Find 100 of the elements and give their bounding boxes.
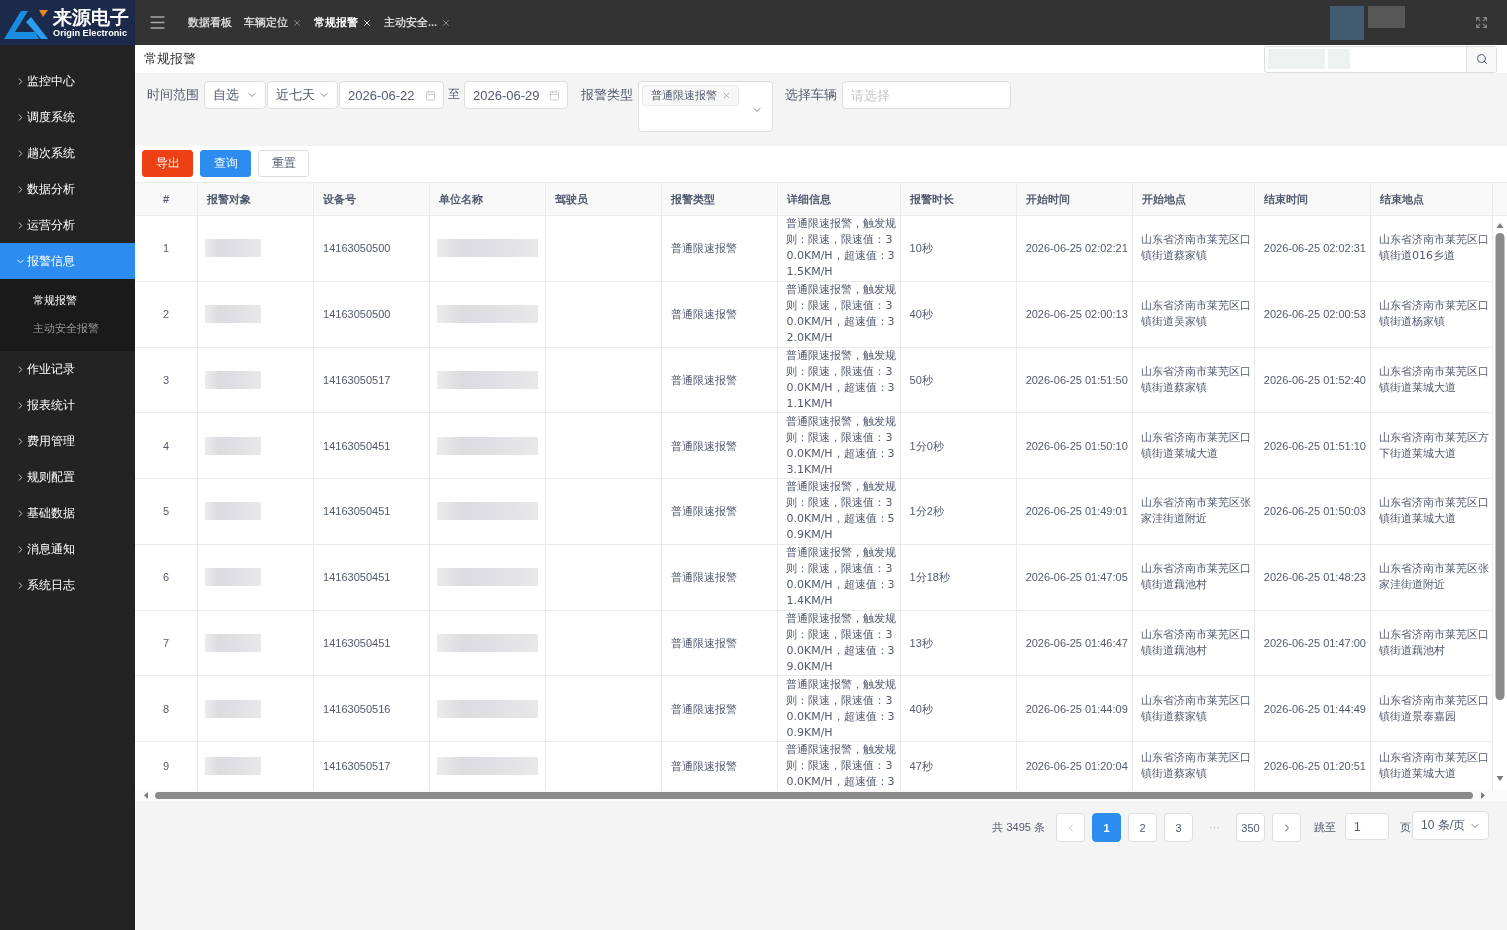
table-cell: 普通限速报警	[662, 413, 779, 478]
table-cell: 普通限速报警	[662, 216, 779, 281]
table-cell: 普通限速报警	[662, 544, 779, 610]
nav-tab[interactable]: 数据看板	[188, 15, 232, 30]
table-cell: 2	[135, 281, 198, 347]
column-header: 单位名称	[430, 183, 547, 215]
table-cell: 普通限速报警，触发规则：限速，限速值：30.0KM/H，超速值：31.4KM/H	[778, 544, 901, 610]
sidebar-item[interactable]: 趟次系统	[0, 135, 135, 171]
sidebar-item[interactable]: 作业记录	[0, 351, 135, 387]
table-cell: 5	[135, 479, 198, 544]
table-cell: 普通限速报警	[662, 281, 779, 347]
table-cell: 8	[135, 676, 198, 741]
redacted-block	[1368, 5, 1405, 28]
sidebar-item[interactable]: 运营分析	[0, 207, 135, 243]
redacted-block	[205, 568, 261, 587]
table-cell: 14163050451	[314, 544, 431, 610]
multi-select[interactable]: 普通限速报警	[638, 81, 773, 132]
sidebar-subitem[interactable]: 主动安全报警	[0, 314, 135, 342]
sidebar-subitem[interactable]: 常规报警	[0, 286, 135, 314]
range-separator: 至	[448, 86, 460, 103]
table-cell: 2026-06-25 01:52:40	[1254, 347, 1371, 413]
table-cell: 普通限速报警，触发规则：限速，限速值：30.0KM/H，超速值：31.1KM/H	[778, 347, 901, 413]
column-header: 开始地点	[1132, 183, 1255, 215]
table-cell: 山东省济南市莱芜区口镇街道吴家镇	[1132, 281, 1255, 347]
column-header: 结束地点	[1370, 183, 1493, 215]
sidebar-item[interactable]: 费用管理	[0, 423, 135, 459]
sidebar-item[interactable]: 报表统计	[0, 387, 135, 423]
table-cell: 6	[135, 544, 198, 610]
table-cell: 2026-06-25 01:50:10	[1016, 413, 1133, 478]
table-cell: 50秒	[900, 347, 1017, 413]
page-title: 常规报警	[144, 50, 196, 68]
menu-icon[interactable]	[148, 13, 167, 32]
redacted-block	[205, 633, 261, 652]
dropdown-select[interactable]: 近七天	[267, 81, 338, 109]
table-cell: 山东省济南市莱芜区张家洼街道附近	[1132, 479, 1255, 544]
table-cell: 1分18秒	[900, 544, 1017, 610]
table-cell: 山东省济南市莱芜区口镇街道莱城大道	[1132, 413, 1255, 478]
redacted-block	[205, 502, 261, 521]
nav-tab[interactable]: 车辆定位	[244, 15, 302, 30]
table-cell: 14163050516	[314, 676, 431, 741]
redacted-block	[205, 305, 261, 324]
column-header: #	[135, 183, 198, 215]
table-cell: 2026-06-25 01:48:23	[1254, 544, 1371, 610]
action-button[interactable]: 重置	[258, 150, 309, 177]
table-cell: 14163050451	[314, 413, 431, 478]
column-header: 结束时间	[1254, 183, 1371, 215]
sidebar-item[interactable]: 基础数据	[0, 495, 135, 531]
table-cell: 2026-06-25 01:44:09	[1016, 676, 1133, 741]
search-button[interactable]	[1466, 46, 1496, 72]
table-cell: 2026-06-25 02:00:53	[1254, 281, 1371, 347]
filter-label: 报警类型	[581, 86, 633, 104]
redacted-block	[205, 436, 261, 455]
column-header: 报警类型	[662, 183, 779, 215]
page-button[interactable]: 350	[1236, 813, 1265, 842]
table-cell: 2026-06-25 01:47:05	[1016, 544, 1133, 610]
table-cell: 山东省济南市莱芜区口镇街道藕池村	[1132, 544, 1255, 610]
horizontal-scrollbar[interactable]	[135, 790, 1507, 801]
action-button[interactable]: 导出	[142, 150, 193, 177]
page-ellipsis: ···	[1208, 820, 1221, 835]
table-cell: 2026-06-25 01:47:00	[1254, 610, 1371, 676]
page-button[interactable]: 3	[1164, 813, 1193, 842]
filter-label: 时间范围	[147, 86, 199, 104]
sidebar-item[interactable]: 系统日志	[0, 567, 135, 603]
nav-tab[interactable]: 常规报警	[314, 15, 372, 30]
table-cell: 1	[135, 216, 198, 281]
table-cell: 普通限速报警，触发规则：限速，限速值：30.0KM/H，超速值：39.0KM/H	[778, 610, 901, 676]
table-cell: 2026-06-25 01:51:10	[1254, 413, 1371, 478]
sidebar-item[interactable]: 消息通知	[0, 531, 135, 567]
sidebar-item[interactable]: 规则配置	[0, 459, 135, 495]
table-cell: 普通限速报警	[662, 479, 779, 544]
date-field[interactable]: 2026-06-22	[339, 81, 444, 109]
redacted-block	[205, 757, 261, 775]
search-field[interactable]	[1264, 45, 1497, 73]
dropdown-select[interactable]: 自选	[204, 81, 266, 109]
table-cell: 14163050451	[314, 479, 431, 544]
date-field[interactable]: 2026-06-29	[464, 81, 568, 109]
sidebar-item[interactable]: 监控中心	[0, 63, 135, 99]
column-header: 报警对象	[198, 183, 315, 215]
table-cell: 普通限速报警，触发规则：限速，限速值：30.0KM/H，超速值：31.5KM/H	[778, 216, 901, 281]
filter-tag[interactable]: 普通限速报警	[642, 85, 739, 106]
nav-tab[interactable]: 主动安全...	[384, 15, 452, 30]
table-cell: 普通限速报警	[662, 676, 779, 741]
fullscreen-icon[interactable]	[1475, 16, 1488, 29]
sidebar-item[interactable]: 调度系统	[0, 99, 135, 135]
page-button[interactable]: 2	[1128, 813, 1157, 842]
calendar-icon	[425, 89, 436, 101]
table-cell: 7	[135, 610, 198, 676]
column-header: 设备号	[314, 183, 431, 215]
column-header: 开始时间	[1016, 183, 1133, 215]
table-cell: 14163050451	[314, 610, 431, 676]
page-input[interactable]: 1	[1345, 813, 1389, 840]
table-cell: 40秒	[900, 676, 1017, 741]
table-cell: 山东省济南市莱芜区口镇街道蔡家镇	[1132, 347, 1255, 413]
table-cell: 普通限速报警，触发规则：限速，限速值：30.0KM/H，超速值：50.9KM/H	[778, 479, 901, 544]
sidebar-item[interactable]: 数据分析	[0, 171, 135, 207]
redacted-block	[205, 699, 261, 718]
table-cell: 2026-06-25 02:02:21	[1016, 216, 1133, 281]
table-cell: 2026-06-25 01:51:50	[1016, 347, 1133, 413]
close-icon[interactable]	[362, 17, 372, 28]
page-size-select[interactable]: 10 条/页	[1412, 811, 1489, 840]
